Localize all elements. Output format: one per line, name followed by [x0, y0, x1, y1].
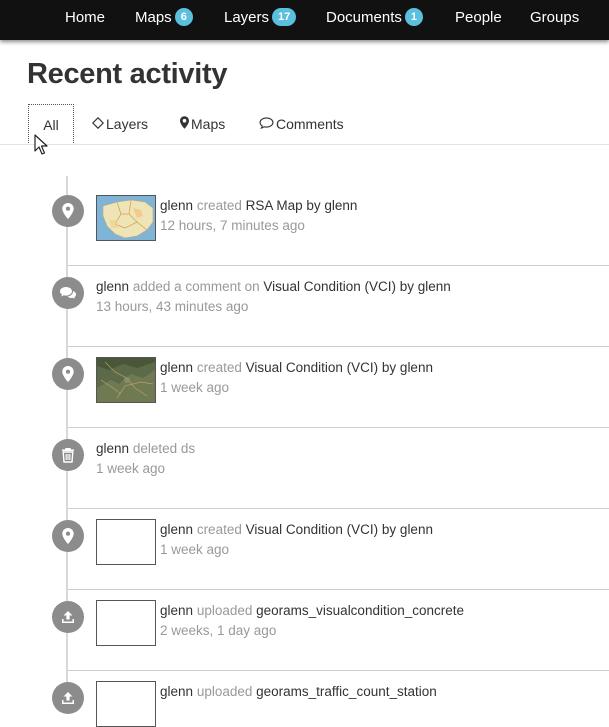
map-marker-icon [180, 104, 189, 145]
nav-documents-label: Documents [326, 9, 402, 26]
blank-thumbnail[interactable] [96, 519, 156, 565]
nav-people-label: People [455, 9, 502, 26]
activity-description: glenn added a comment on Visual Conditio… [96, 279, 451, 294]
activity-user-link[interactable]: glenn [160, 360, 193, 375]
tab-layers[interactable]: Layers [91, 104, 149, 145]
nav-people[interactable]: People [455, 0, 502, 36]
activity-description: glenn deleted ds [96, 441, 195, 456]
upload-icon [52, 601, 84, 633]
comment-icon [259, 104, 274, 145]
entry-divider [68, 427, 609, 428]
tab-all-label: All [43, 117, 59, 133]
comment-icon [52, 277, 84, 309]
blank-thumbnail[interactable] [96, 681, 156, 727]
map-marker-icon [52, 195, 84, 227]
mouse-cursor-icon [34, 134, 48, 161]
activity-object-link[interactable]: Visual Condition (VCI) by glenn [246, 522, 433, 537]
activity-user-link[interactable]: glenn [160, 684, 193, 699]
nav-home-label: Home [65, 9, 106, 26]
activity-description: glenn created Visual Condition (VCI) by … [160, 522, 433, 537]
nav-maps[interactable]: Maps 6 [135, 0, 193, 36]
activity-timestamp: 13 hours, 43 minutes ago [96, 299, 249, 314]
activity-object-link[interactable]: Visual Condition (VCI) by glenn [246, 360, 433, 375]
activity-object-link[interactable]: RSA Map by glenn [246, 198, 358, 213]
entry-divider [68, 508, 609, 509]
activity-timestamp: 12 hours, 7 minutes ago [160, 218, 305, 233]
map-marker-icon [52, 358, 84, 390]
nav-layers[interactable]: Layers 17 [224, 0, 297, 36]
entry-divider [68, 346, 609, 347]
maps-count-badge: 6 [174, 8, 193, 27]
activity-verb: created [196, 522, 242, 537]
tab-comments-label: Comments [276, 116, 344, 132]
nav-layers-label: Layers [224, 9, 270, 26]
tab-maps[interactable]: Maps [180, 104, 225, 143]
activity-object: ds [180, 441, 196, 456]
top-navbar: Home Maps 6 Layers 17 Documents 1 People Gr… [0, 0, 609, 40]
nav-home[interactable]: Home [65, 0, 105, 36]
activity-verb: uploaded [196, 684, 253, 699]
activity-timestamp: 1 week ago [160, 380, 230, 395]
activity-verb: uploaded [196, 603, 253, 618]
entry-divider [68, 589, 609, 590]
activity-timestamp: 2 weeks, 1 day ago [160, 623, 277, 638]
layers-count-badge: 17 [272, 8, 297, 27]
tab-layers-label: Layers [106, 116, 149, 132]
activity-description: glenn created Visual Condition (VCI) by … [160, 360, 433, 375]
tabs-divider [0, 144, 609, 145]
nav-documents[interactable]: Documents 1 [326, 0, 423, 36]
activity-description: glenn uploaded georams_traffic_count_sta… [160, 684, 437, 699]
activity-object-link[interactable]: Visual Condition (VCI) by glenn [263, 279, 450, 294]
activity-verb: deleted [132, 441, 178, 456]
diamond-icon [91, 104, 105, 145]
activity-user-link[interactable]: glenn [96, 441, 129, 456]
map-thumbnail[interactable] [96, 195, 156, 241]
map-marker-icon [52, 520, 84, 552]
activity-user-link[interactable]: glenn [160, 603, 193, 618]
activity-object-link[interactable]: georams_traffic_count_station [256, 684, 437, 699]
documents-count-badge: 1 [404, 8, 423, 27]
tab-comments[interactable]: Comments [259, 104, 344, 143]
activity-description: glenn uploaded georams_visualcondition_c… [160, 603, 464, 618]
trash-icon [52, 439, 84, 471]
entry-divider [68, 670, 609, 671]
blank-thumbnail[interactable] [96, 600, 156, 646]
activity-description: glenn created RSA Map by glenn [160, 198, 357, 213]
activity-object-link[interactable]: georams_visualcondition_concrete [256, 603, 464, 618]
tab-maps-label: Maps [191, 116, 226, 132]
upload-icon [52, 682, 84, 714]
map-thumbnail[interactable] [96, 357, 156, 403]
activity-user-link[interactable]: glenn [160, 198, 193, 213]
activity-verb: added a comment on [132, 279, 260, 294]
activity-timestamp: 1 week ago [160, 542, 230, 557]
activity-timestamp: 1 week ago [96, 461, 166, 476]
activity-user-link[interactable]: glenn [96, 279, 129, 294]
page-title: Recent activity [27, 58, 228, 90]
nav-groups-label: Groups [530, 9, 580, 26]
entry-divider [68, 265, 609, 266]
nav-maps-label: Maps [135, 9, 172, 26]
activity-verb: created [196, 198, 242, 213]
activity-verb: created [196, 360, 242, 375]
nav-groups[interactable]: Groups [530, 0, 579, 36]
activity-user-link[interactable]: glenn [160, 522, 193, 537]
